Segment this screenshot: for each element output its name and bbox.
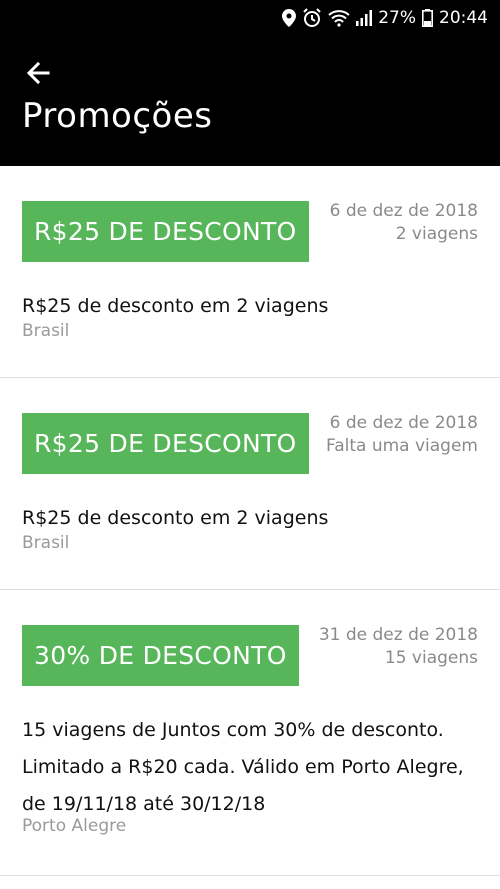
discount-badge: 30% DE DESCONTO — [22, 625, 299, 686]
promotion-description: R$25 de desconto em 2 viagens — [22, 507, 329, 529]
promotion-card[interactable]: 30% DE DESCONTO 31 de dez de 2018 15 via… — [0, 590, 500, 876]
discount-badge: R$25 DE DESCONTO — [22, 413, 309, 474]
promotions-list: R$25 DE DESCONTO 6 de dez de 2018 2 viag… — [0, 166, 500, 876]
signal-icon — [356, 10, 373, 26]
trips-remaining: 2 viagens — [395, 224, 478, 244]
expiry-date: 6 de dez de 2018 — [329, 201, 478, 221]
expiry-date: 31 de dez de 2018 — [318, 625, 478, 645]
battery-icon — [422, 9, 433, 27]
trips-remaining: 15 viagens — [384, 648, 478, 668]
battery-percent: 27% — [378, 8, 416, 28]
clock-time: 20:44 — [439, 8, 488, 28]
status-bar: 27% 20:44 — [0, 0, 500, 36]
promotion-card[interactable]: R$25 DE DESCONTO 6 de dez de 2018 Falta … — [0, 378, 500, 590]
promotion-region: Brasil — [22, 321, 70, 341]
expiry-date: 6 de dez de 2018 — [329, 413, 478, 433]
promotion-meta: 6 de dez de 2018 Falta uma viagem — [326, 412, 478, 458]
promotion-description: R$25 de desconto em 2 viagens — [22, 295, 329, 317]
page-title: Promoções — [22, 96, 213, 136]
promotion-region: Brasil — [22, 533, 70, 553]
promotion-card[interactable]: R$25 DE DESCONTO 6 de dez de 2018 2 viag… — [0, 166, 500, 378]
wifi-icon — [328, 9, 350, 27]
alarm-clock-icon — [302, 8, 322, 28]
app-header: Promoções — [0, 36, 500, 166]
discount-badge: R$25 DE DESCONTO — [22, 201, 309, 262]
trips-remaining: Falta uma viagem — [325, 436, 478, 456]
promotion-meta: 6 de dez de 2018 2 viagens — [330, 200, 478, 246]
promotion-meta: 31 de dez de 2018 15 viagens — [319, 624, 478, 670]
promotion-region: Porto Alegre — [22, 816, 127, 836]
promotion-description: 15 viagens de Juntos com 30% de desconto… — [22, 719, 464, 815]
back-arrow-icon[interactable] — [24, 58, 54, 88]
location-pin-icon — [282, 9, 297, 27]
